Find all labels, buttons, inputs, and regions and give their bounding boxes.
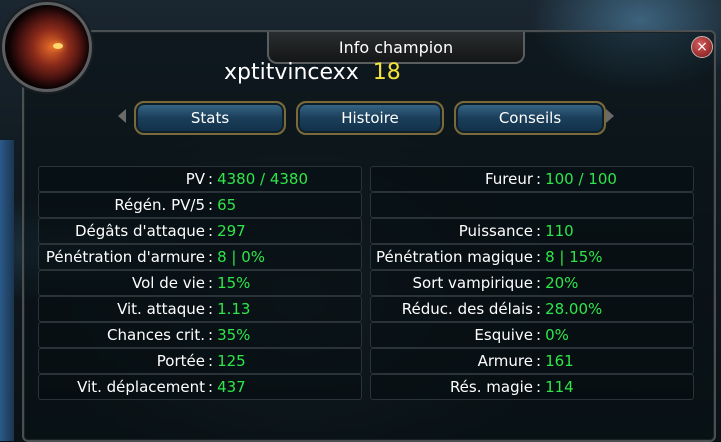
portrait-eye bbox=[53, 43, 63, 49]
stat-label: Vit. déplacement bbox=[77, 378, 205, 396]
stat-label: Puissance bbox=[458, 222, 533, 240]
stat-label: Portée bbox=[156, 352, 205, 370]
champion-level: 18 bbox=[372, 60, 401, 85]
stat-row-vit-deplacement: Vit. déplacement:437 bbox=[38, 374, 362, 400]
stat-label: Dégâts d'attaque bbox=[74, 222, 205, 240]
stat-row-reduc-delais: Réduc. des délais:28.00% bbox=[370, 296, 694, 322]
stat-value: 110 bbox=[545, 222, 574, 240]
stat-value: 15% bbox=[217, 274, 251, 292]
stat-value: 437 bbox=[217, 378, 246, 396]
stat-value: 4380 / 4380 bbox=[217, 170, 308, 188]
stat-row-pv: PV:4380 / 4380 bbox=[38, 166, 362, 192]
stat-row-degats-attaque: Dégâts d'attaque:297 bbox=[38, 218, 362, 244]
stat-value: 100 / 100 bbox=[545, 170, 617, 188]
tab-histoire[interactable]: Histoire bbox=[296, 101, 444, 135]
stat-label: Vit. attaque bbox=[117, 300, 205, 318]
stat-row-esquive: Esquive:0% bbox=[370, 322, 694, 348]
stat-row-portee: Portée:125 bbox=[38, 348, 362, 374]
tab-arrow-right-icon bbox=[606, 109, 614, 123]
stat-label: Sort vampirique bbox=[412, 274, 533, 292]
stat-label: Pénétration d'armure bbox=[45, 248, 205, 266]
stat-label: Régén. PV/5 bbox=[114, 196, 205, 214]
summoner-name: xptitvincexx bbox=[224, 60, 359, 85]
stat-row-armure: Armure:161 bbox=[370, 348, 694, 374]
close-icon: × bbox=[696, 39, 708, 55]
stat-label: Réduc. des délais bbox=[401, 300, 533, 318]
tab-conseils[interactable]: Conseils bbox=[454, 101, 606, 135]
stat-row-fureur: Fureur:100 / 100 bbox=[370, 166, 694, 192]
tab-stats[interactable]: Stats bbox=[134, 101, 286, 135]
window-title: Info champion bbox=[338, 37, 454, 57]
stat-value: 35% bbox=[217, 326, 251, 344]
stat-row-sort-vampirique: Sort vampirique:20% bbox=[370, 270, 694, 296]
stat-label: Pénétration magique bbox=[376, 248, 533, 266]
stat-label: PV bbox=[185, 170, 205, 188]
stat-row-penetration-armure: Pénétration d'armure:8 | 0% bbox=[38, 244, 362, 270]
tab-histoire-label: Histoire bbox=[341, 109, 399, 127]
stat-value: 1.13 bbox=[217, 300, 251, 318]
stat-value: 161 bbox=[545, 352, 574, 370]
tab-arrow-left-icon bbox=[118, 109, 126, 123]
stat-label: Armure bbox=[477, 352, 533, 370]
stat-row-penetration-magique: Pénétration magique:8 | 15% bbox=[370, 244, 694, 270]
stat-label: Rés. magie bbox=[449, 378, 533, 396]
stat-label: Vol de vie bbox=[131, 274, 205, 292]
stats-column-right: Fureur:100 / 100 Puissance:110 Pénétrati… bbox=[370, 166, 694, 400]
stat-row-res-magie: Rés. magie:114 bbox=[370, 374, 694, 400]
stat-value: 20% bbox=[545, 274, 579, 292]
stat-row-regen-pv: Régén. PV/5:65 bbox=[38, 192, 362, 218]
stat-row-chances-crit: Chances crit.:35% bbox=[38, 322, 362, 348]
stat-row-vol-de-vie: Vol de vie:15% bbox=[38, 270, 362, 296]
stat-label: Chances crit. bbox=[107, 326, 205, 344]
stat-value: 8 | 0% bbox=[217, 248, 265, 266]
stat-value: 114 bbox=[545, 378, 574, 396]
stat-value: 28.00% bbox=[545, 300, 603, 318]
stat-row-puissance: Puissance:110 bbox=[370, 218, 694, 244]
stat-label: Fureur bbox=[484, 170, 533, 188]
stat-value: 0% bbox=[545, 326, 569, 344]
stat-label: Esquive bbox=[474, 326, 533, 344]
stats-panel: PV:4380 / 4380 Régén. PV/5:65 Dégâts d'a… bbox=[38, 166, 698, 406]
stat-value: 297 bbox=[217, 222, 246, 240]
background-minimap-edge bbox=[0, 140, 14, 441]
stat-row-vit-attaque: Vit. attaque:1.13 bbox=[38, 296, 362, 322]
tab-stats-label: Stats bbox=[190, 109, 230, 127]
champion-header: xptitvincexx 18 bbox=[224, 60, 401, 94]
stats-column-left: PV:4380 / 4380 Régén. PV/5:65 Dégâts d'a… bbox=[38, 166, 362, 400]
stat-value: 8 | 15% bbox=[545, 248, 603, 266]
stat-value: 125 bbox=[217, 352, 246, 370]
champion-portrait-icon bbox=[2, 2, 92, 92]
stat-value: 65 bbox=[217, 196, 237, 214]
tab-conseils-label: Conseils bbox=[498, 109, 562, 127]
close-button[interactable]: × bbox=[691, 36, 713, 58]
stat-row-empty bbox=[370, 192, 694, 218]
